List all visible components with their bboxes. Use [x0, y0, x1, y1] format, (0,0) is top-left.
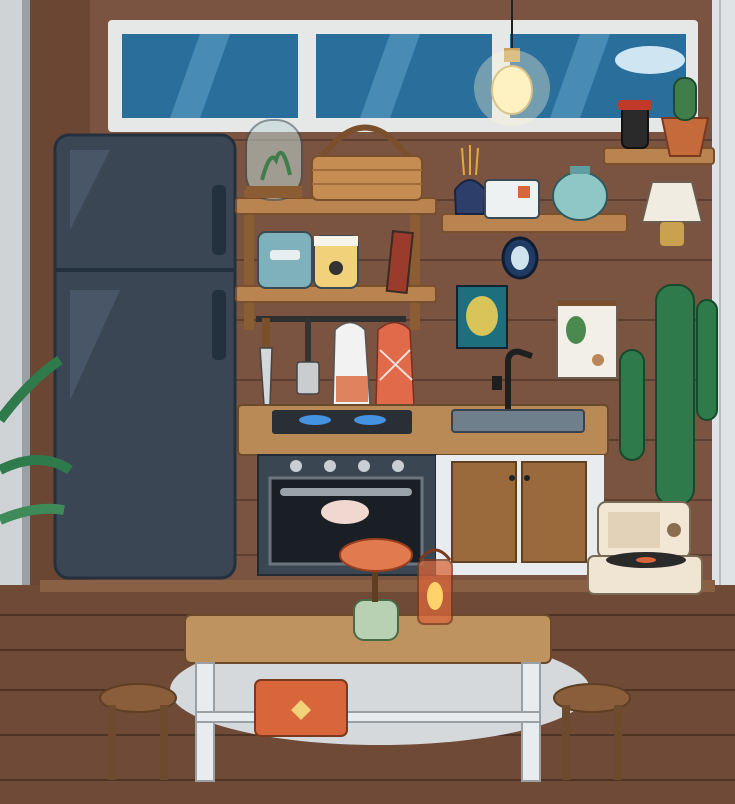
window-icon[interactable] — [108, 20, 698, 132]
mirror-icon[interactable] — [501, 236, 539, 280]
leaf-icon[interactable] — [556, 299, 618, 379]
chest-icon[interactable] — [254, 679, 348, 737]
stove-icon[interactable] — [272, 410, 412, 434]
lantern-icon[interactable] — [417, 548, 453, 625]
poster-icon[interactable] — [456, 285, 508, 349]
terrarium-icon[interactable] — [245, 119, 303, 201]
jar-icon[interactable] — [257, 231, 313, 289]
scene-canvas — [0, 0, 735, 804]
kitchen-scene — [0, 0, 735, 804]
fridge-icon[interactable] — [53, 133, 237, 580]
card-icon[interactable] — [484, 179, 540, 219]
bottle-icon[interactable] — [618, 100, 652, 149]
radio-icon[interactable] — [597, 501, 691, 559]
cabinet-icon[interactable] — [436, 455, 604, 575]
record-player-icon[interactable] — [587, 552, 703, 595]
honey-jar-icon[interactable] — [313, 235, 359, 289]
sink-icon[interactable] — [451, 409, 585, 433]
